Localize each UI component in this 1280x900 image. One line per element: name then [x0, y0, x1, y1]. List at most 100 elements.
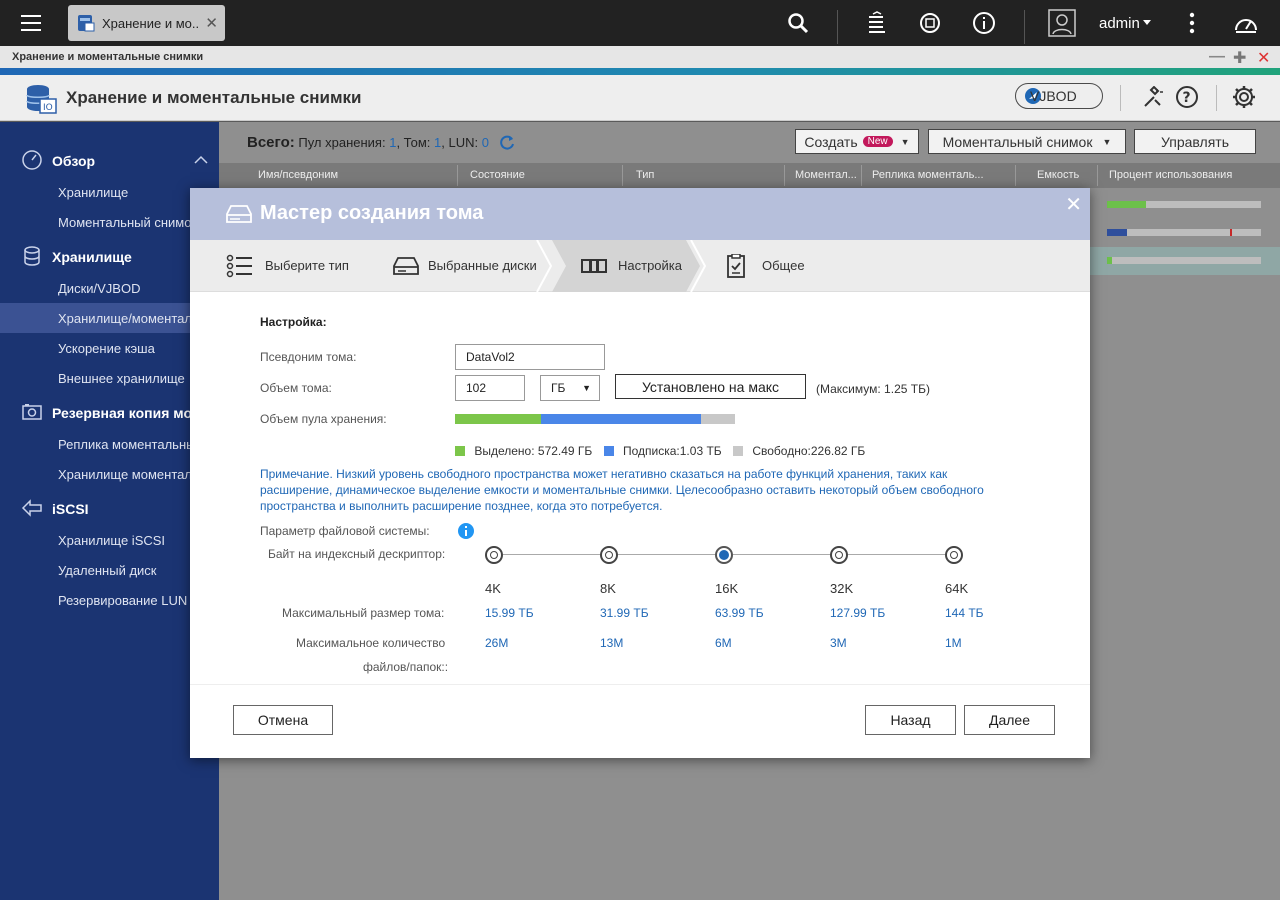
database-icon [24, 246, 40, 266]
help-icon[interactable]: ? [1175, 85, 1199, 109]
back-label: Назад [890, 712, 931, 728]
info-icon[interactable] [458, 523, 474, 539]
sidebar-item-snapshot-vault[interactable]: Хранилище моментальных снимков [0, 459, 275, 489]
radio-8k[interactable] [600, 546, 618, 564]
option-label: 4K [485, 581, 501, 596]
more-options-icon[interactable] [1178, 9, 1206, 37]
app-tab-storage[interactable]: Хранение и мо... ✕ [68, 5, 225, 41]
gear-icon[interactable] [1231, 84, 1257, 110]
sidebar-section-storage[interactable]: Хранилище [0, 241, 219, 271]
info-icon[interactable] [970, 9, 998, 37]
alias-label: Псевдоним тома: [260, 350, 357, 364]
option-label: 32K [830, 581, 854, 596]
radio-64k[interactable] [945, 546, 963, 564]
sync-icon[interactable] [916, 9, 944, 37]
radio-32k[interactable] [830, 546, 848, 564]
next-label: Далее [988, 712, 1030, 728]
radio-16k[interactable] [715, 546, 733, 564]
radio-4k[interactable] [485, 546, 503, 564]
radio-dot [950, 551, 958, 559]
wizard-title: Мастер создания тома [260, 202, 484, 224]
sidebar-item-label: Хранилище iSCSI [58, 533, 166, 548]
sidebar-item-label: Резервирование LUN [58, 593, 188, 608]
close-icon[interactable]: ✕ [205, 14, 218, 32]
tasks-icon[interactable] [863, 9, 891, 37]
volume-size-label: Объем тома: [260, 381, 332, 395]
column-header[interactable]: Моментал... [795, 169, 857, 181]
max-size-info: (Максимум: 1.25 ТБ) [816, 382, 930, 396]
unit-select[interactable]: ГБ ▼ [540, 375, 600, 401]
sidebar-item-external-storage[interactable]: Внешнее хранилище [0, 363, 219, 393]
minimize-icon[interactable]: — [1209, 48, 1225, 66]
divider [1024, 10, 1025, 44]
set-max-button[interactable]: Установлено на макс [615, 374, 806, 399]
radio-dot [835, 551, 843, 559]
window-title-bar: Хранение и моментальные снимки — ✚ ✕ [0, 46, 1280, 68]
fs-option-label: Параметр файловой системы: [260, 524, 430, 538]
sidebar-item-snapshot-replica[interactable]: Реплика моментальных снимков [0, 429, 255, 459]
close-icon[interactable]: ✕ [1065, 192, 1082, 217]
divider [1097, 165, 1098, 186]
divider [1015, 165, 1016, 186]
divider [784, 165, 785, 186]
column-header[interactable]: Состояние [470, 169, 525, 181]
divider [861, 165, 862, 186]
divider [837, 10, 838, 44]
wizard-footer: Отмена Назад Далее [190, 684, 1090, 758]
search-icon[interactable] [784, 9, 812, 37]
chevron-up-icon[interactable] [194, 155, 208, 164]
new-badge: New [862, 136, 893, 147]
sidebar-item-storage-overview[interactable]: Хранилище [0, 177, 219, 207]
refresh-icon[interactable] [499, 134, 515, 150]
sidebar-section-overview[interactable]: Обзор [0, 145, 219, 175]
vjbod-button[interactable]: VJBOD [1015, 83, 1103, 109]
max-files-label: файлов/папок:: [363, 660, 449, 674]
max-files-value: 6M [715, 636, 732, 650]
divider [1216, 85, 1217, 111]
sidebar-item-remote-disk[interactable]: Удаленный диск [0, 555, 219, 585]
next-button[interactable]: Далее [964, 705, 1055, 735]
sidebar-item-iscsi-storage[interactable]: Хранилище iSCSI [0, 525, 219, 555]
configuration-icon [581, 259, 607, 273]
sidebar-item-snapshot-overview[interactable]: Моментальный снимок [0, 207, 219, 237]
manage-button[interactable]: Управлять [1134, 129, 1256, 154]
volume-size-input[interactable]: 102 [455, 375, 525, 401]
allocated-segment [455, 414, 541, 424]
sidebar-section-snapshot-backup[interactable]: Резервная копия моментальных снимков [0, 397, 342, 427]
step-label: Выбранные диски [428, 258, 537, 273]
back-button[interactable]: Назад [865, 705, 956, 735]
user-name[interactable]: admin [1099, 15, 1140, 32]
storage-app-icon: IO [26, 85, 57, 114]
pool-capacity-label: Объем пула хранения: [260, 412, 387, 426]
threshold-marker [1230, 229, 1232, 236]
sidebar-item-storage-snapshots[interactable]: Хранилище/моментальные снимки [0, 303, 269, 333]
column-header[interactable]: Емкость [1037, 169, 1079, 181]
close-window-icon[interactable]: ✕ [1257, 48, 1270, 68]
usage-bar-fill [1107, 257, 1112, 264]
capacity-note: Примечание. Низкий уровень свободного пр… [260, 467, 984, 513]
diagnostics-tool-icon[interactable] [1141, 86, 1165, 110]
chevron-down-icon[interactable] [1143, 20, 1151, 25]
column-header[interactable]: Тип [636, 169, 654, 181]
sidebar-item-cache-acceleration[interactable]: Ускорение кэша [0, 333, 219, 363]
create-button[interactable]: Создать New ▼ [795, 129, 919, 154]
dashboard-gauge-icon[interactable] [1232, 9, 1260, 37]
column-header[interactable]: Процент использования [1109, 169, 1232, 181]
max-files-value: 26M [485, 636, 509, 650]
list-icon [226, 254, 252, 278]
volume-alias-input[interactable]: DataVol2 [455, 344, 605, 370]
gauge-icon [22, 150, 42, 170]
camera-icon [22, 404, 42, 420]
step-summary: Общее [720, 240, 840, 292]
cancel-button[interactable]: Отмена [233, 705, 333, 735]
sidebar-item-disks-vjbod[interactable]: Диски/VJBOD [0, 273, 219, 303]
column-header[interactable]: Реплика моменталь... [872, 169, 984, 181]
sidebar-item-lun-backup[interactable]: Резервирование LUN [0, 585, 219, 615]
maximize-icon[interactable]: ✚ [1233, 48, 1246, 68]
wizard-body: Настройка: Псевдоним тома: DataVol2 Объе… [190, 292, 1090, 684]
snapshot-button[interactable]: Моментальный снимок ▼ [928, 129, 1126, 154]
user-avatar-icon[interactable] [1048, 9, 1076, 37]
column-header[interactable]: Имя/псевдоним [258, 169, 338, 181]
sidebar-section-iscsi[interactable]: iSCSI [0, 493, 219, 523]
main-menu-button[interactable] [0, 0, 62, 46]
